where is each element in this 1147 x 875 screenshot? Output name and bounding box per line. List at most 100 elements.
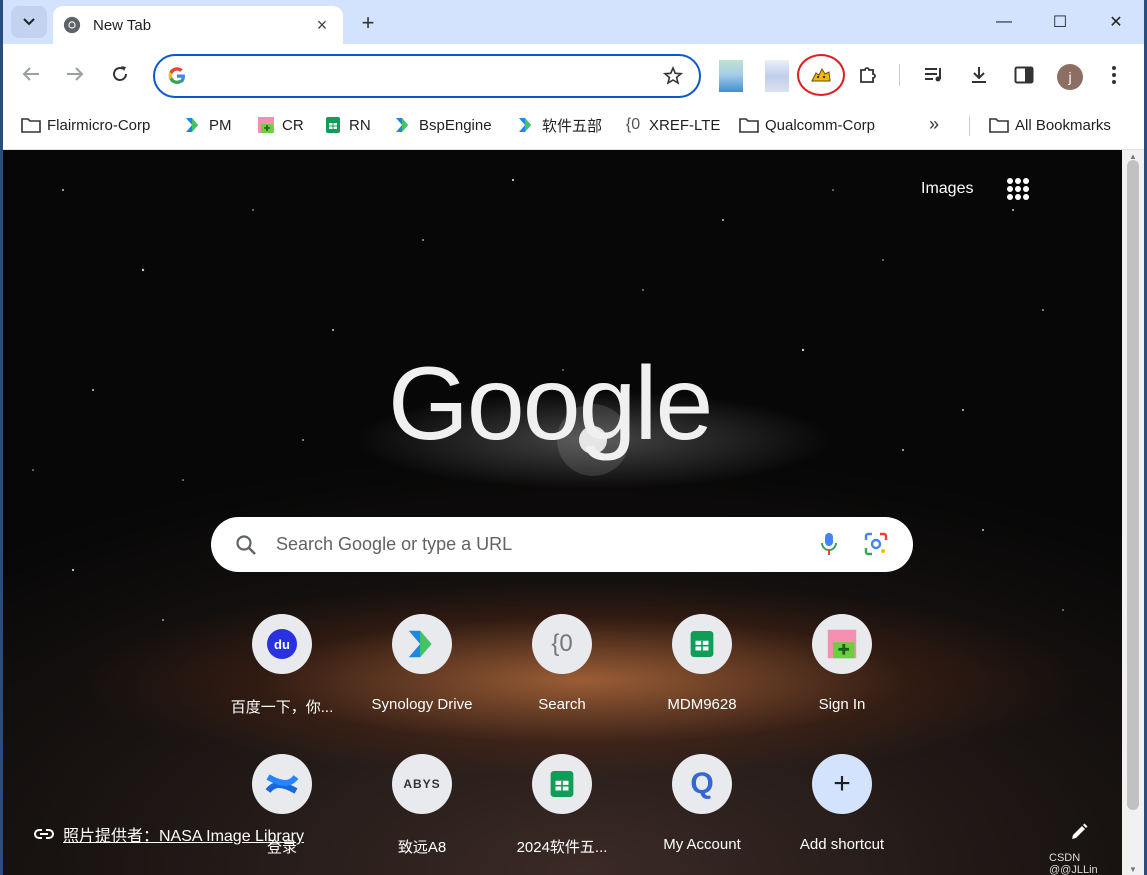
bookmark-bspengine[interactable]: BspEngine <box>393 114 492 136</box>
reload-button[interactable] <box>106 60 134 88</box>
bookmark-label: Flairmicro-Corp <box>47 116 151 134</box>
tab-close-icon[interactable]: × <box>311 14 333 36</box>
folder-icon <box>989 115 1009 135</box>
toolbar: j <box>3 44 1144 104</box>
link-icon <box>34 829 54 839</box>
scroll-down-icon[interactable]: ▼ <box>1127 865 1139 874</box>
toolbar-separator <box>899 64 900 86</box>
media-queue-icon <box>925 68 941 82</box>
side-panel-button[interactable] <box>1011 62 1037 88</box>
kebab-menu-icon <box>1112 66 1116 84</box>
address-bar[interactable] <box>153 54 701 98</box>
opengrok-icon: {0 <box>532 614 592 674</box>
images-link[interactable]: Images <box>921 180 973 198</box>
downloads-button[interactable] <box>966 62 992 88</box>
profile-avatar[interactable]: j <box>1057 64 1083 90</box>
photo-credit-link[interactable]: 照片提供者：NASA Image Library <box>33 822 304 846</box>
cat-extension-icon <box>811 67 831 82</box>
bookmark-label: RN <box>349 116 371 134</box>
shortcut-sign-in[interactable]: Sign In <box>777 602 907 722</box>
tampermonkey-extension-button[interactable] <box>797 54 845 96</box>
shortcut-label: Add shortcut <box>799 836 885 853</box>
google-apps-icon[interactable] <box>1007 178 1029 200</box>
sheet-icon <box>323 115 343 135</box>
side-panel-icon <box>1014 66 1034 84</box>
synology-icon <box>183 115 203 135</box>
bookmark-xref-lte[interactable]: {0 XREF-LTE <box>623 114 721 136</box>
synology-icon <box>516 115 536 135</box>
forward-button[interactable] <box>61 60 89 88</box>
bookmark-folder-qualcomm[interactable]: Qualcomm-Corp <box>739 114 875 136</box>
bookmark-label: CR <box>282 116 304 134</box>
sheet-icon <box>672 614 732 674</box>
extension-icon-blurred-2[interactable] <box>765 60 789 92</box>
opengrok-icon: {0 <box>625 116 641 133</box>
forward-arrow-icon <box>67 67 84 81</box>
shortcut-baidu[interactable]: du 百度一下，你... <box>217 602 347 722</box>
bookmarks-overflow-button[interactable]: » <box>929 114 939 135</box>
extensions-button[interactable] <box>855 62 881 88</box>
shortcut-label: 2024软件五... <box>516 839 608 856</box>
new-tab-page: Images Google Search Google or type a UR… <box>3 150 1122 875</box>
browser-window: New Tab × + — ☐ ✕ j Flairmicro-Corp PM C… <box>3 0 1144 875</box>
folder-icon <box>739 115 759 135</box>
tab-search-button[interactable] <box>11 6 47 38</box>
bookmark-star-icon[interactable] <box>663 66 683 86</box>
tab-new-tab[interactable]: New Tab × <box>53 6 343 44</box>
bookmark-folder-flairmicro[interactable]: Flairmicro-Corp <box>21 114 150 136</box>
sheet-icon <box>532 754 592 814</box>
reload-icon <box>113 66 127 81</box>
bookmark-label: Qualcomm-Corp <box>765 116 876 134</box>
shortcut-label: Synology Drive <box>371 696 473 713</box>
new-tab-button[interactable]: + <box>355 10 381 36</box>
bookmark-pm[interactable]: PM <box>183 114 232 136</box>
shortcut-synology-drive[interactable]: Synology Drive <box>357 602 487 722</box>
shortcut-mdm9628[interactable]: MDM9628 <box>637 602 767 722</box>
shortcut-my-account[interactable]: Q My Account <box>637 742 767 862</box>
shortcut-label: 百度一下，你... <box>230 699 334 716</box>
google-g-icon <box>168 67 185 84</box>
chrome-icon <box>63 16 81 34</box>
close-window-button[interactable]: ✕ <box>1088 0 1144 44</box>
shortcut-2024-software[interactable]: 2024软件五... <box>497 742 627 862</box>
customize-pencil-icon[interactable] <box>1069 822 1089 842</box>
voice-search-icon[interactable] <box>819 531 839 557</box>
shortcut-search[interactable]: {0 Search <box>497 602 627 722</box>
bookmark-label: 软件五部 <box>542 117 603 135</box>
bookmarks-bar: Flairmicro-Corp PM CR RN BspEngine 软件五部 … <box>3 104 1144 150</box>
bookmark-software-dept[interactable]: 软件五部 <box>516 114 602 136</box>
vertical-scrollbar[interactable]: ▲ ▼ <box>1122 150 1144 875</box>
all-bookmarks-button[interactable]: All Bookmarks <box>989 114 1111 136</box>
synology-icon <box>393 115 413 135</box>
shortcut-label: MDM9628 <box>667 696 737 713</box>
search-placeholder: Search Google or type a URL <box>276 534 513 554</box>
search-icon <box>236 535 256 555</box>
shortcut-seeyon-a8[interactable]: ABYS 致远A8 <box>357 742 487 862</box>
media-button[interactable] <box>921 62 947 88</box>
google-lens-icon[interactable] <box>863 531 889 557</box>
photo-credit-text: 照片提供者：NASA Image Library <box>63 828 304 845</box>
shortcut-label: Sign In <box>818 696 866 713</box>
extension-icon-blurred-1[interactable] <box>719 60 743 92</box>
add-shortcut-button[interactable]: + Add shortcut <box>777 742 907 862</box>
scroll-up-icon[interactable]: ▲ <box>1127 152 1139 161</box>
scrollbar-thumb[interactable] <box>1127 160 1139 810</box>
bookmark-rn[interactable]: RN <box>323 114 371 136</box>
shortcut-label: My Account <box>663 836 741 853</box>
google-logo: Google <box>388 346 713 462</box>
chrome-menu-button[interactable] <box>1101 62 1127 88</box>
bookmark-label: BspEngine <box>419 116 492 134</box>
confluence-icon <box>252 754 312 814</box>
bookmark-cr[interactable]: CR <box>256 114 304 136</box>
back-arrow-icon <box>22 67 39 81</box>
bookmarks-separator <box>969 116 970 136</box>
redmine-icon <box>256 115 276 135</box>
shortcut-label: Search <box>538 696 586 713</box>
maximize-button[interactable]: ☐ <box>1032 0 1088 44</box>
back-button[interactable] <box>17 60 45 88</box>
minimize-button[interactable]: — <box>976 0 1032 44</box>
csdn-watermark: CSDN @@JLLin <box>1049 852 1098 875</box>
tab-strip: New Tab × + — ☐ ✕ <box>3 0 1144 44</box>
baidu-icon: du <box>252 614 312 674</box>
ntp-search-box[interactable]: Search Google or type a URL <box>211 517 913 572</box>
